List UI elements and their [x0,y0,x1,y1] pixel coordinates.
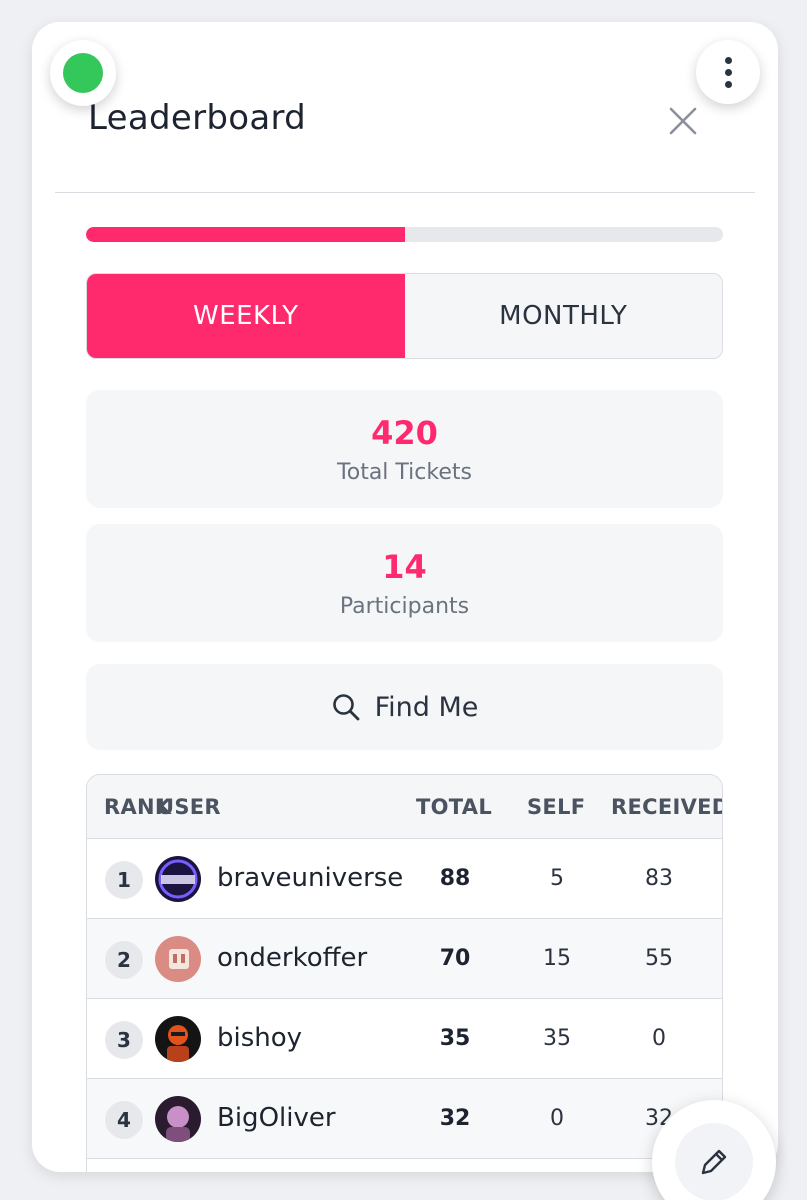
participants-label: Participants [339,593,470,619]
total-tickets-label: Total Tickets [337,459,472,485]
column-self[interactable]: SELF [527,795,585,819]
participants-card: 14 Participants [86,524,723,642]
username[interactable]: bishoy [217,1023,407,1053]
self-value: 5 [550,866,564,891]
avatar [155,856,201,902]
page-title: Leaderboard [88,98,307,138]
table-header: RANK USER TOTAL SELF RECEIVED [87,775,722,839]
column-total[interactable]: TOTAL [416,795,492,819]
username[interactable]: BigOliver [217,1103,407,1133]
received-value: 83 [645,866,673,891]
period-tabs: WEEKLY MONTHLY [86,273,723,359]
avatar [155,1016,201,1062]
table-row[interactable]: 3 bishoy 35 35 0 [87,999,722,1079]
rank-badge: 4 [105,1101,143,1139]
avatar [155,936,201,982]
progress-bar [86,227,723,242]
column-received[interactable]: RECEIVED [611,795,722,819]
total-value: 70 [439,946,471,971]
leaderboard-table: RANK USER TOTAL SELF RECEIVED 1 braveuni… [86,774,723,1172]
close-icon[interactable] [664,102,702,140]
more-vertical-icon[interactable] [696,40,760,104]
avatar [155,1096,201,1142]
table-row[interactable]: 2 onderkoffer 70 15 55 [87,919,722,999]
rank-badge: 1 [105,861,143,899]
header-divider [55,192,755,193]
tab-monthly[interactable]: MONTHLY [405,274,723,358]
online-status-indicator [50,40,116,106]
pencil-icon [701,1149,727,1175]
received-value: 55 [645,946,673,971]
table-row[interactable]: 1 braveuniverse 88 5 83 [87,839,722,919]
find-me-label: Find Me [374,691,479,723]
status-dot [63,53,103,93]
tab-weekly[interactable]: WEEKLY [87,274,405,358]
progress-fill [86,227,405,242]
received-value: 0 [652,1026,666,1051]
total-value: 35 [439,1026,471,1051]
total-value: 32 [439,1106,471,1131]
self-value: 35 [543,1026,571,1051]
total-tickets-value: 420 [371,413,438,452]
search-icon [332,694,359,721]
rank-badge: 2 [105,941,143,979]
table-row[interactable]: 4 BigOliver 32 0 32 [87,1079,722,1159]
leaderboard-panel: Leaderboard WEEKLY MONTHLY 420 Total Tic… [32,22,778,1172]
username[interactable]: onderkoffer [217,943,407,973]
rank-badge: 3 [105,1021,143,1059]
total-value: 88 [439,866,471,891]
self-value: 0 [550,1106,564,1131]
username[interactable]: braveuniverse [217,863,407,893]
participants-value: 14 [382,547,427,586]
column-user[interactable]: USER [157,795,221,819]
total-tickets-card: 420 Total Tickets [86,390,723,508]
self-value: 15 [543,946,571,971]
find-me-button[interactable]: Find Me [86,664,723,750]
